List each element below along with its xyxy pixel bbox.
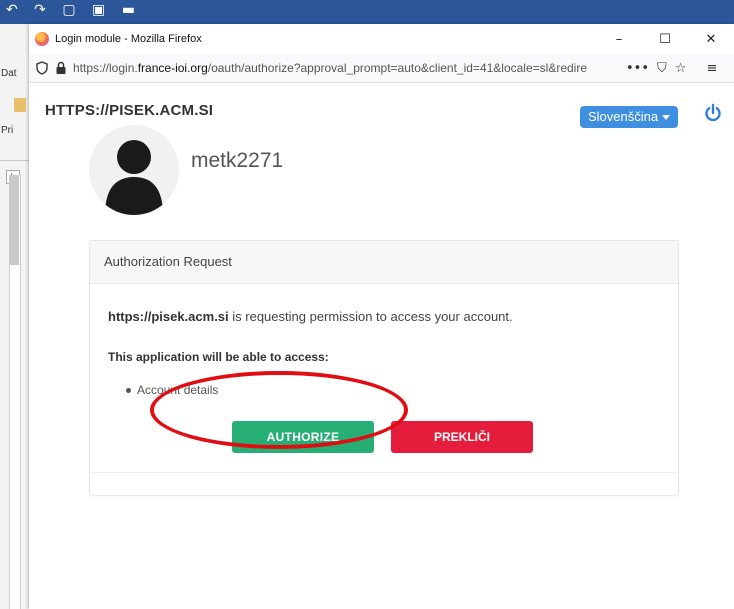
language-dropdown[interactable]: Slovenščina bbox=[580, 106, 679, 128]
card-body: https://pisek.acm.si is requesting permi… bbox=[90, 284, 678, 474]
bookmark-star-icon[interactable]: ☆ bbox=[675, 61, 687, 76]
card-footer-divider bbox=[90, 472, 678, 473]
authorization-card: Authorization Request https://pisek.acm.… bbox=[89, 240, 679, 496]
username: metk2271 bbox=[191, 149, 284, 172]
window-controls: – ☐ ✕ bbox=[596, 24, 734, 54]
page-actions-more-icon[interactable]: ••• bbox=[626, 61, 649, 76]
window-titlebar: Login module - Mozilla Firefox – ☐ ✕ bbox=[29, 24, 734, 54]
background-tab-label[interactable]: Dat bbox=[1, 68, 17, 79]
access-item-label: Account details bbox=[137, 383, 219, 397]
lock-icon[interactable] bbox=[55, 61, 67, 75]
url-prefix: https://login. bbox=[73, 61, 138, 75]
firefox-logo-icon bbox=[35, 32, 49, 46]
close-button[interactable]: ✕ bbox=[688, 24, 734, 54]
access-list: Account details bbox=[126, 383, 218, 397]
tracking-protection-shield-icon[interactable] bbox=[35, 60, 49, 76]
page-content: HTTPS://PISEK.ACM.SI Slovenščina metk227… bbox=[29, 82, 734, 609]
authorize-button[interactable]: AUTHORIZE bbox=[232, 421, 374, 453]
background-tab-label-2[interactable]: Pri bbox=[1, 125, 13, 136]
quick-access-toolbar[interactable]: ↶ ↷ ▢ ▣ ▬ bbox=[6, 2, 141, 18]
caret-down-icon bbox=[662, 115, 671, 121]
minimize-button[interactable]: – bbox=[596, 24, 642, 54]
background-app-titlebar: ↶ ↷ ▢ ▣ ▬ bbox=[0, 0, 734, 24]
maximize-button[interactable]: ☐ bbox=[642, 24, 688, 54]
navigation-bar: https://login.france-ioi.org/oauth/autho… bbox=[29, 54, 734, 83]
hamburger-menu-icon[interactable]: ≡ bbox=[706, 61, 717, 76]
requester-url: https://pisek.acm.si bbox=[108, 309, 229, 324]
card-title: Authorization Request bbox=[90, 241, 678, 284]
request-description: is requesting permission to access your … bbox=[228, 309, 513, 324]
url-path: /oauth/authorize?approval_prompt=auto&cl… bbox=[207, 61, 588, 75]
cancel-button[interactable]: PREKLIČI bbox=[391, 421, 533, 453]
window-title: Login module - Mozilla Firefox bbox=[55, 33, 202, 45]
user-silhouette-icon bbox=[105, 140, 163, 215]
site-name: HTTPS://PISEK.ACM.SI bbox=[45, 102, 214, 119]
logout-power-icon[interactable] bbox=[703, 103, 723, 123]
paste-icon[interactable] bbox=[14, 98, 26, 112]
vertical-ruler-margin bbox=[9, 175, 19, 265]
bullet-icon bbox=[126, 388, 131, 394]
divider bbox=[0, 160, 29, 161]
list-item: Account details bbox=[126, 383, 218, 397]
firefox-window: Login module - Mozilla Firefox – ☐ ✕ htt… bbox=[29, 24, 734, 609]
request-text: https://pisek.acm.si is requesting permi… bbox=[108, 309, 513, 324]
access-title: This application will be able to access: bbox=[108, 350, 329, 364]
url-domain: france-ioi.org bbox=[137, 61, 208, 75]
avatar bbox=[89, 125, 179, 215]
language-label: Slovenščina bbox=[588, 109, 659, 124]
address-bar[interactable]: https://login.france-ioi.org/oauth/autho… bbox=[73, 61, 618, 75]
pocket-icon[interactable]: ⛉ bbox=[657, 61, 667, 76]
